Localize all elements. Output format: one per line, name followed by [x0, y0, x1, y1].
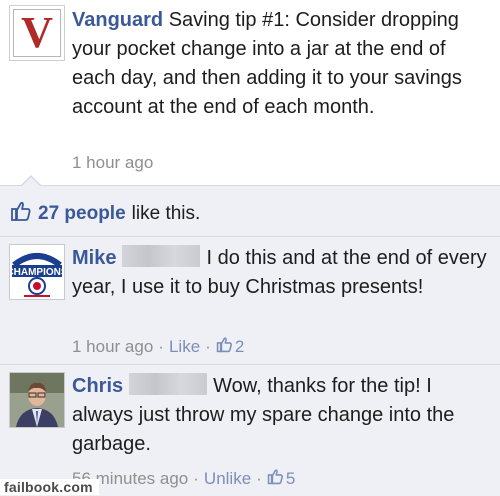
comment-like-count[interactable]: 5 [286, 469, 295, 489]
separator-dot: · [158, 337, 164, 356]
comment-author[interactable]: Mike [72, 247, 116, 269]
separator-dot: · [193, 469, 199, 488]
user-photo-icon[interactable] [9, 372, 65, 428]
post-timestamp[interactable]: 1 hour ago [72, 153, 153, 173]
unlike-button[interactable]: Unlike [204, 469, 251, 489]
vanguard-logo-icon: V [13, 9, 61, 57]
comment-meta: 1 hour ago · Like · 2 [72, 336, 244, 358]
comment-like-count[interactable]: 2 [235, 337, 244, 357]
likes-summary: 27 people like this. [10, 200, 200, 228]
separator-dot: · [205, 337, 211, 356]
svg-text:CHAMPIONS: CHAMPIONS [10, 267, 64, 278]
vanguard-avatar[interactable]: V [9, 5, 65, 61]
likes-count-link[interactable]: 27 people [38, 203, 126, 225]
separator-dot: · [256, 469, 262, 488]
post-author[interactable]: Vanguard [72, 9, 163, 31]
redacted-surname [129, 373, 208, 395]
post-body: Vanguard Saving tip #1: Consider droppin… [72, 6, 492, 122]
thumbs-up-icon [267, 468, 284, 490]
comment-author[interactable]: Chris [72, 375, 123, 397]
comment-body: Chris Wow, thanks for the tip! I always j… [72, 372, 492, 459]
feedback-notch-inner [21, 177, 41, 187]
thumbs-up-icon [216, 336, 233, 358]
comment-timestamp[interactable]: 1 hour ago [72, 337, 153, 357]
post: V Vanguard Saving tip #1: Consider dropp… [0, 0, 500, 185]
comment-meta: 56 minutes ago · Unlike · 5 [72, 468, 295, 490]
likes-suffix: like this. [131, 203, 201, 224]
like-button[interactable]: Like [169, 337, 200, 357]
comment-body: Mike I do this and at the end of every ye… [72, 244, 492, 302]
watermark: failbook.com [0, 479, 99, 495]
redacted-surname [122, 245, 201, 267]
thumbs-up-icon [10, 200, 32, 228]
divider [0, 364, 500, 365]
divider [0, 236, 500, 237]
champions-logo-icon[interactable]: CHAMPIONS [9, 244, 65, 300]
